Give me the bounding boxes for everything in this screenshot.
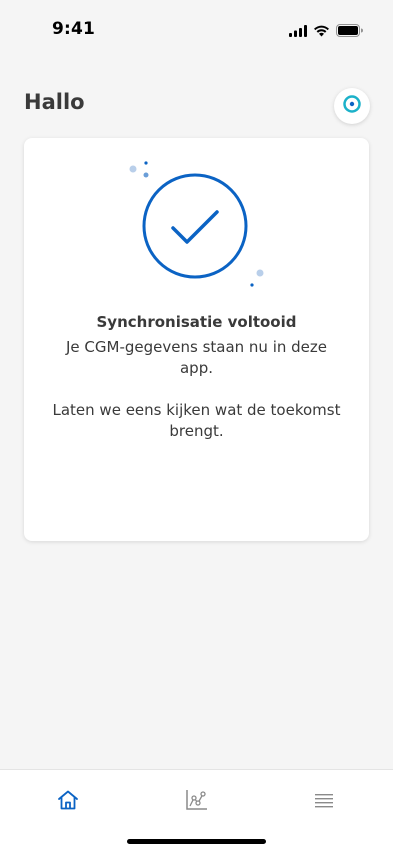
card-text-future-info: Laten we eens kijken wat de toekomst bre…	[52, 401, 341, 440]
sync-complete-card: Synchronisatie voltooid Je CGM-gegevens …	[24, 138, 369, 541]
checkmark-circle-icon	[142, 173, 248, 279]
decorative-dots	[129, 161, 264, 287]
home-indicator[interactable]	[127, 839, 266, 844]
tab-home[interactable]	[54, 788, 82, 816]
sensor-button[interactable]	[334, 88, 370, 124]
header: Hallo	[24, 88, 370, 124]
status-bar: 9:41	[0, 0, 393, 54]
tab-menu[interactable]	[310, 788, 338, 816]
menu-icon	[313, 789, 335, 815]
wifi-icon	[313, 22, 330, 41]
status-time: 9:41	[52, 19, 96, 39]
cellular-signal-icon	[289, 22, 307, 41]
card-title: Synchronisatie voltooid	[96, 313, 297, 331]
tab-chart[interactable]	[182, 788, 210, 816]
card-text-sync-info: Je CGM-gegevens staan nu in deze app.	[66, 338, 327, 377]
sync-illustration	[24, 138, 369, 308]
page-title: Hallo	[24, 90, 85, 114]
sensor-icon	[342, 94, 362, 118]
chart-icon	[184, 788, 208, 816]
battery-icon	[336, 22, 363, 41]
home-icon	[56, 788, 80, 816]
status-icons	[289, 22, 363, 41]
